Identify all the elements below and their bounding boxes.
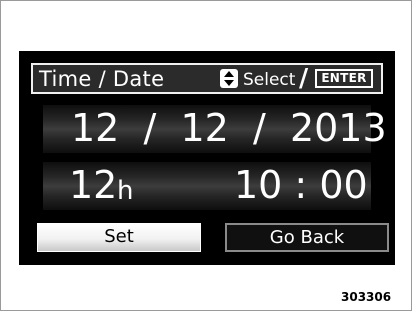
set-button[interactable]: Set <box>37 223 201 252</box>
up-down-arrows-icon <box>220 69 238 88</box>
display-screen: Time / Date Select / ENTER 12 / 12 / 201… <box>19 51 395 265</box>
figure-frame: Time / Date Select / ENTER 12 / 12 / 201… <box>0 0 412 311</box>
enter-key-icon: ENTER <box>315 69 373 88</box>
figure-code: 303306 <box>341 290 392 304</box>
go-back-button[interactable]: Go Back <box>225 223 389 252</box>
date-value[interactable]: 12 / 12 / 2013 <box>71 106 387 150</box>
hour-unit: h <box>117 176 134 206</box>
screen-title: Time / Date <box>39 67 165 91</box>
select-hint: Select <box>243 70 296 90</box>
hint-separator: / <box>299 63 309 92</box>
title-bar: Time / Date Select / ENTER <box>31 63 383 94</box>
minute-value[interactable]: 10 : 00 <box>234 163 368 207</box>
hour-value[interactable]: 12 <box>69 163 117 207</box>
